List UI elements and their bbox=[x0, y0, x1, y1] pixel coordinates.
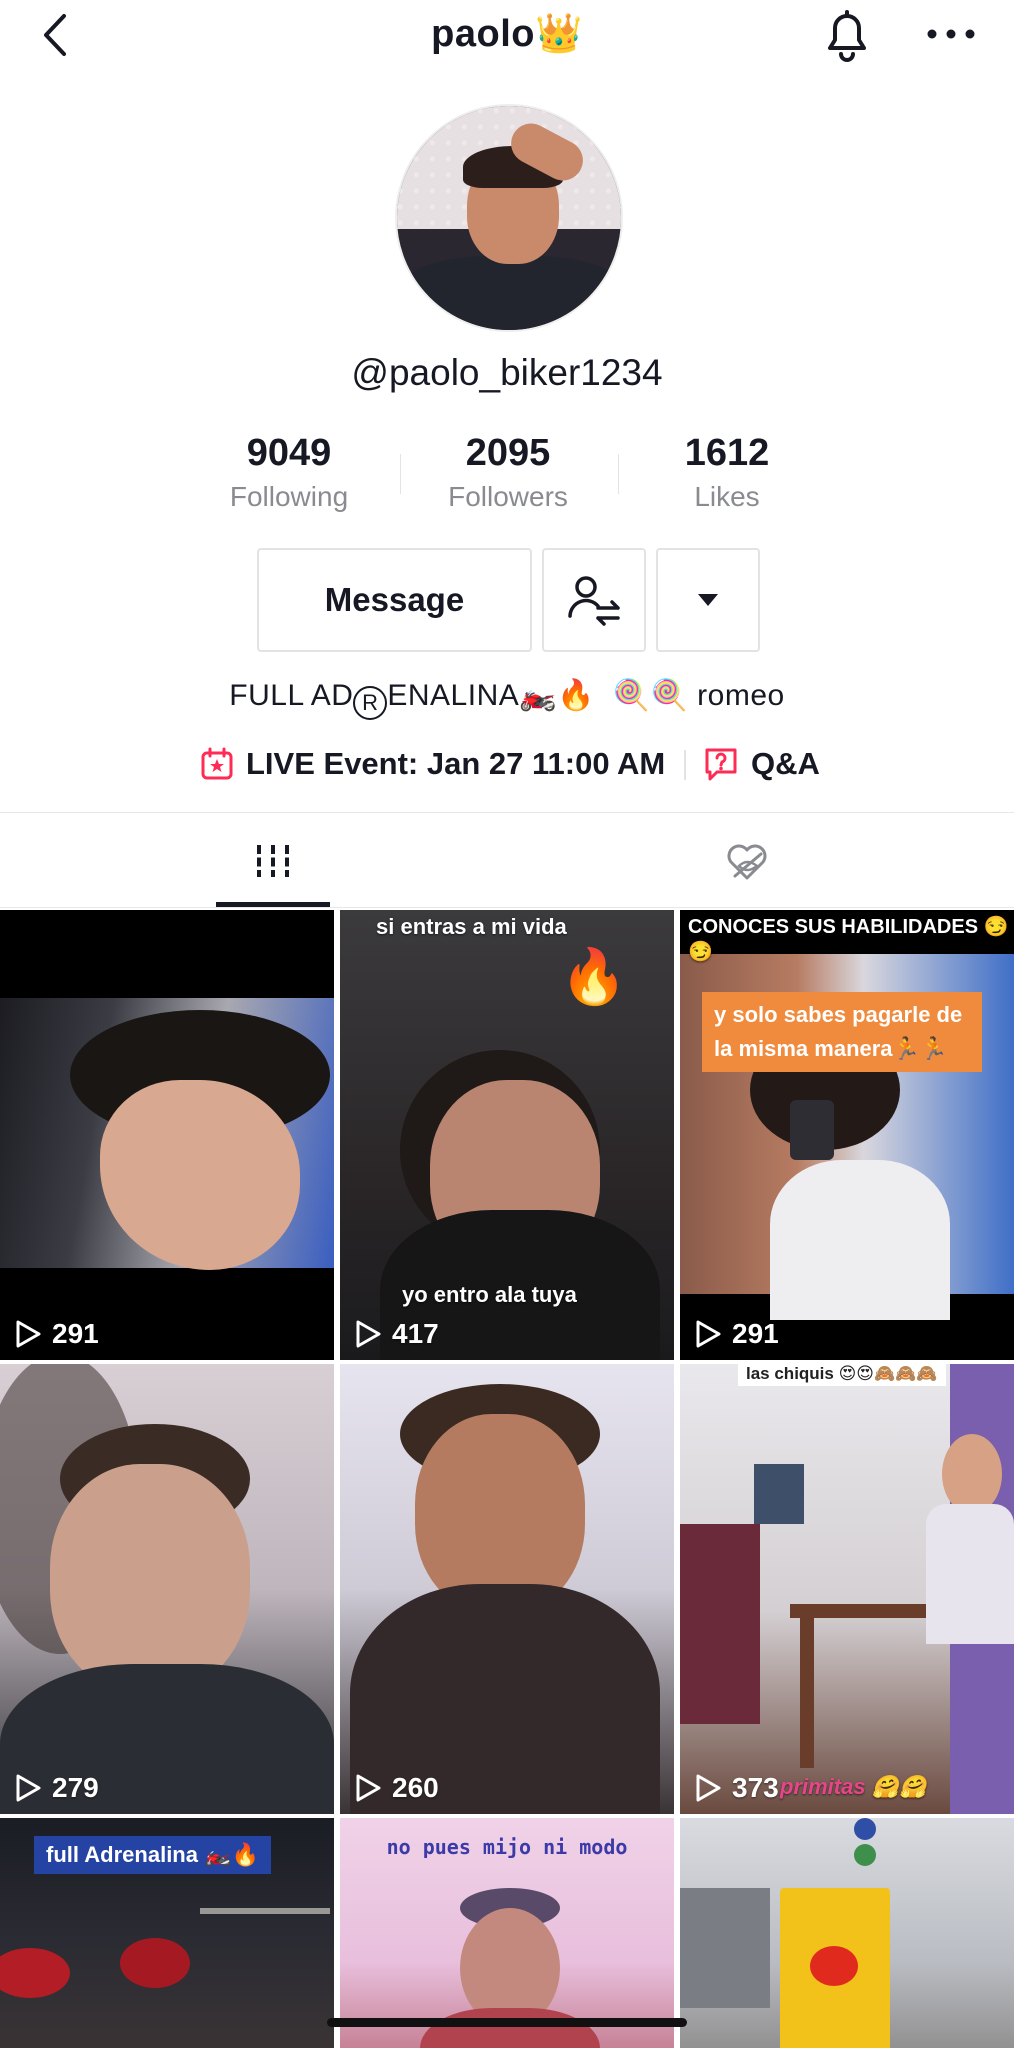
play-icon bbox=[356, 1320, 381, 1348]
qa-label: Q&A bbox=[751, 746, 820, 781]
video-thumbnail[interactable]: 291 bbox=[0, 910, 334, 1360]
thumbnail-picture bbox=[754, 1464, 804, 1524]
video-thumbnail[interactable] bbox=[680, 1818, 1014, 2048]
view-count: 417 bbox=[354, 1318, 439, 1350]
thumbnail-lights bbox=[200, 1908, 330, 1914]
bio-part: ENALINA🏍️🔥 bbox=[387, 679, 595, 712]
fire-emoji-icon: 🔥 bbox=[560, 947, 628, 1007]
thumbnail-price-sign bbox=[854, 1818, 876, 1840]
thumbnail-table bbox=[790, 1604, 940, 1618]
video-thumbnail[interactable]: full Adrenalina 🏍️🔥 bbox=[0, 1818, 334, 2048]
view-count: 260 bbox=[354, 1772, 439, 1804]
video-thumbnail[interactable]: las chiquis 😍😍🙈🙈🙈 primitas 🤗🤗 373 bbox=[680, 1364, 1014, 1814]
view-count: 373 bbox=[694, 1772, 779, 1804]
thumbnail-shirt bbox=[770, 1160, 950, 1320]
tab-videos[interactable] bbox=[216, 813, 330, 909]
follow-back-button[interactable] bbox=[542, 548, 646, 652]
video-thumbnail[interactable]: no pues mijo ni modo bbox=[340, 1818, 674, 2048]
bell-icon[interactable] bbox=[820, 6, 874, 64]
stat-likes[interactable]: 1612 Likes bbox=[617, 432, 837, 513]
top-bar: paolo👑 bbox=[0, 0, 1014, 70]
more-options-icon[interactable] bbox=[922, 14, 980, 54]
video-grid: 291 si entras a mi vida 🔥 yo entro ala t… bbox=[0, 910, 1014, 2048]
stat-value: 9049 bbox=[246, 432, 332, 474]
stat-followers[interactable]: 2095 Followers bbox=[398, 432, 618, 513]
play-icon bbox=[356, 1774, 381, 1802]
thumbnail-price-sign bbox=[854, 1844, 876, 1866]
avatar[interactable] bbox=[395, 104, 623, 332]
view-count-value: 260 bbox=[392, 1772, 439, 1803]
thumbnail-coat bbox=[680, 1524, 760, 1724]
profile-tabs bbox=[0, 812, 1014, 908]
video-caption-box: full Adrenalina 🏍️🔥 bbox=[34, 1836, 271, 1874]
message-button[interactable]: Message bbox=[257, 548, 532, 652]
view-count: 291 bbox=[694, 1318, 779, 1350]
stat-label: Likes bbox=[694, 481, 760, 512]
hidden-heart-icon bbox=[727, 844, 767, 880]
profile-actions: Message bbox=[0, 548, 1014, 652]
video-thumbnail[interactable]: CONOCES SUS HABILIDADES 😏😏 y solo sabes … bbox=[680, 910, 1014, 1360]
view-count-value: 279 bbox=[52, 1772, 99, 1803]
play-icon bbox=[696, 1320, 721, 1348]
user-swap-icon bbox=[568, 576, 620, 626]
tab-liked[interactable] bbox=[690, 813, 804, 909]
events-row: LIVE Event: Jan 27 11:00 AM Q&A bbox=[0, 740, 1014, 788]
video-caption-bottom: yo entro ala tuya bbox=[402, 1282, 577, 1307]
play-icon bbox=[696, 1774, 721, 1802]
live-event-label: LIVE Event: Jan 27 11:00 AM bbox=[246, 746, 666, 781]
thumbnail-table-leg bbox=[800, 1618, 814, 1768]
view-count-value: 417 bbox=[392, 1318, 439, 1349]
video-caption-top: no pues mijo ni modo bbox=[386, 1835, 628, 1859]
thumbnail-car bbox=[680, 1888, 770, 2008]
video-caption-top: CONOCES SUS HABILIDADES 😏😏 bbox=[688, 916, 1009, 963]
view-count: 279 bbox=[14, 1772, 99, 1804]
thumbnail-face bbox=[50, 1464, 250, 1694]
play-icon bbox=[16, 1320, 41, 1348]
qa-link[interactable]: Q&A bbox=[703, 740, 820, 788]
calendar-event-icon bbox=[201, 747, 233, 780]
video-caption-box: y solo sabes pagarle de la misma manera🏃… bbox=[702, 992, 982, 1072]
view-count-value: 291 bbox=[52, 1318, 99, 1349]
avatar-shirt bbox=[397, 256, 621, 330]
stat-label: Following bbox=[229, 481, 349, 512]
thumbnail-phone bbox=[790, 1100, 834, 1160]
video-caption-bottom: primitas 🤗🤗 bbox=[780, 1774, 927, 1799]
play-icon bbox=[16, 1774, 41, 1802]
video-thumbnail[interactable]: 279 bbox=[0, 1364, 334, 1814]
question-bubble-icon bbox=[705, 748, 737, 781]
video-thumbnail[interactable]: 260 bbox=[340, 1364, 674, 1814]
event-separator bbox=[684, 750, 686, 780]
thumbnail-shirt bbox=[420, 2008, 600, 2048]
stat-value: 2095 bbox=[465, 432, 551, 474]
view-count-value: 291 bbox=[732, 1318, 779, 1349]
active-tab-underline bbox=[216, 902, 330, 907]
view-count-value: 373 bbox=[732, 1772, 779, 1803]
view-count: 291 bbox=[14, 1318, 99, 1350]
profile-stats: 9049 Following 2095 Followers 1612 Likes bbox=[0, 432, 1014, 512]
home-indicator[interactable] bbox=[327, 2018, 687, 2027]
suggested-accounts-dropdown[interactable] bbox=[656, 548, 760, 652]
shell-logo-icon bbox=[810, 1946, 858, 1986]
stat-following[interactable]: 9049 Following bbox=[179, 432, 399, 513]
username-handle: @paolo_biker1234 bbox=[351, 352, 663, 393]
video-thumbnail[interactable]: si entras a mi vida 🔥 yo entro ala tuya … bbox=[340, 910, 674, 1360]
stat-label: Followers bbox=[448, 481, 568, 512]
bio-text: FULL AD R ENALINA🏍️🔥 🍭🍭 romeo bbox=[0, 678, 1014, 720]
video-caption-top: si entras a mi vida bbox=[376, 914, 567, 939]
bio-part: 🍭🍭 romeo bbox=[612, 679, 785, 712]
video-caption-top: las chiquis 😍😍🙈🙈🙈 bbox=[738, 1364, 946, 1386]
thumbnail-car bbox=[0, 1948, 70, 1998]
grid-videos-icon bbox=[257, 845, 289, 877]
bio-part: FULL AD bbox=[229, 679, 354, 712]
thumbnail-girl-shirt bbox=[926, 1504, 1014, 1644]
thumbnail-car bbox=[120, 1938, 190, 1988]
live-event-link[interactable]: LIVE Event: Jan 27 11:00 AM bbox=[200, 740, 665, 788]
thumbnail-girl-face bbox=[942, 1434, 1002, 1514]
caret-down-icon bbox=[698, 594, 718, 606]
stat-value: 1612 bbox=[684, 432, 770, 474]
registered-symbol: R bbox=[353, 686, 388, 720]
